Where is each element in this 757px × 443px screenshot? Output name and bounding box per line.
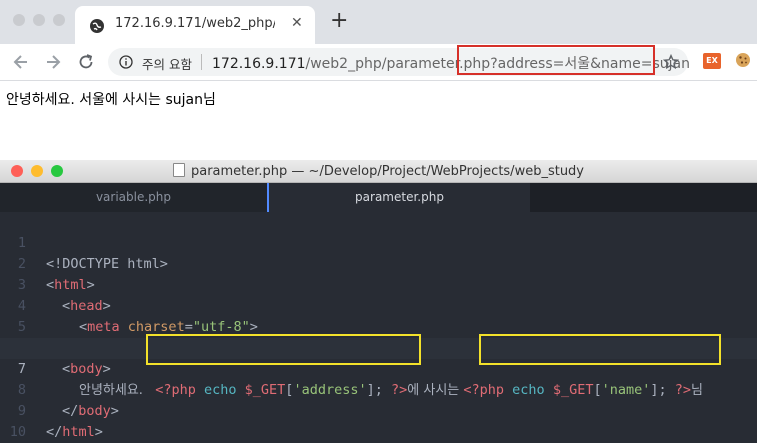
- browser-tab[interactable]: 172.16.9.171/web2_php/parame ✕: [75, 6, 315, 44]
- cookie-extension-icon[interactable]: [735, 52, 751, 68]
- close-window-button[interactable]: [13, 14, 25, 26]
- code-area[interactable]: 1 <!DOCTYPE html> 2 <html> 3 <head> 4 <m…: [0, 212, 757, 443]
- code-line: 4 <meta charset="utf-8">: [0, 275, 757, 335]
- tab-bar-empty-area: [530, 183, 757, 212]
- line-number: 10: [9, 424, 26, 440]
- tab-close-icon[interactable]: ✕: [291, 15, 303, 31]
- php-address-highlight: [146, 334, 421, 365]
- minimize-window-button[interactable]: [33, 14, 45, 26]
- reload-icon[interactable]: [76, 52, 96, 72]
- new-tab-button[interactable]: +: [330, 10, 348, 32]
- browser-tab-bar: 172.16.9.171/web2_php/parame ✕ +: [0, 0, 757, 44]
- code-editor-window: parameter.php — ~/Develop/Project/WebPro…: [0, 160, 757, 443]
- extension-ex-icon[interactable]: EX: [703, 53, 721, 69]
- url-host: 172.16.9.171: [212, 56, 306, 72]
- code-text: </html>: [46, 422, 103, 443]
- globe-icon: [90, 19, 104, 33]
- tab-title: 172.16.9.171/web2_php/parame: [115, 16, 275, 31]
- editor-window-title: parameter.php — ~/Develop/Project/WebPro…: [0, 163, 757, 179]
- bracket: >: [94, 424, 103, 440]
- editor-titlebar: parameter.php — ~/Develop/Project/WebPro…: [0, 160, 757, 183]
- zoom-window-button[interactable]: [53, 14, 65, 26]
- not-secure-label: 주의 요함: [142, 57, 192, 72]
- editor-title-text: parameter.php — ~/Develop/Project/WebPro…: [190, 164, 584, 179]
- tag-name: html: [62, 424, 95, 440]
- code-line: 1 <!DOCTYPE html>: [0, 212, 757, 272]
- code-line: 5 </head>: [0, 296, 757, 356]
- php-name-highlight: [479, 334, 721, 365]
- editor-tab-bar: variable.php parameter.php: [0, 183, 757, 212]
- page-output-text: 안녕하세요. 서울에 사시는 sujan님: [6, 92, 216, 108]
- code-line: 2 <html>: [0, 233, 757, 293]
- tab-parameter-php[interactable]: parameter.php: [267, 183, 530, 212]
- bookmark-star-icon[interactable]: [663, 54, 679, 70]
- code-line: 10: [0, 401, 757, 440]
- tab-variable-php[interactable]: variable.php: [0, 183, 267, 212]
- forward-arrow-icon[interactable]: [43, 52, 63, 72]
- back-arrow-icon[interactable]: [11, 52, 31, 72]
- url-query-highlight: [457, 45, 655, 75]
- code-line: 9 </html>: [0, 380, 757, 440]
- file-icon: [172, 163, 185, 177]
- info-icon[interactable]: [119, 55, 133, 69]
- address-separator: [201, 54, 202, 70]
- code-line: 3 <head>: [0, 254, 757, 314]
